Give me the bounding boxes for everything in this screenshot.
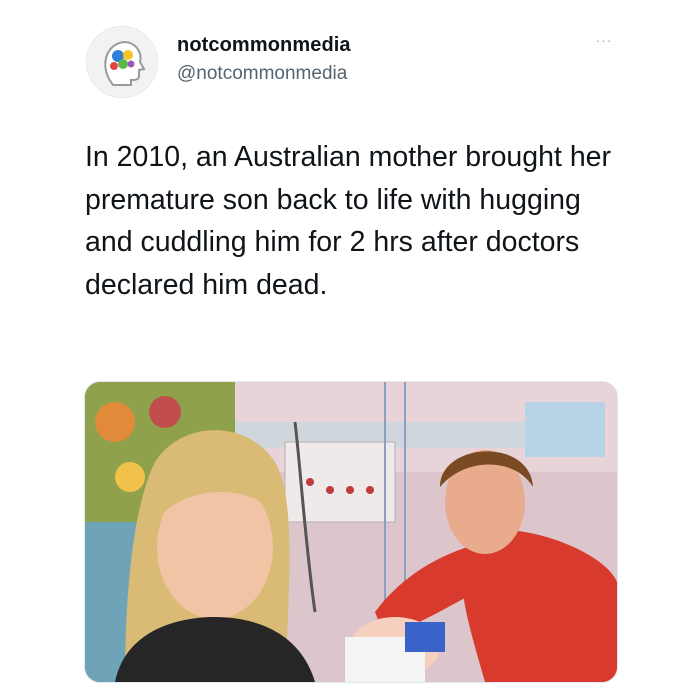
author-handle[interactable]: @notcommonmedia bbox=[177, 63, 347, 85]
tweet-card: notcommonmedia @notcommonmedia ··· In 20… bbox=[0, 0, 700, 700]
photo-illustration bbox=[85, 382, 617, 682]
tweet-photo[interactable] bbox=[84, 381, 618, 683]
more-options-icon[interactable]: ··· bbox=[590, 30, 618, 50]
author-avatar[interactable] bbox=[86, 26, 158, 98]
tweet-text: In 2010, an Australian mother brought he… bbox=[85, 141, 612, 301]
author-display-name[interactable]: notcommonmedia bbox=[177, 34, 351, 57]
head-logo-icon bbox=[88, 28, 156, 96]
